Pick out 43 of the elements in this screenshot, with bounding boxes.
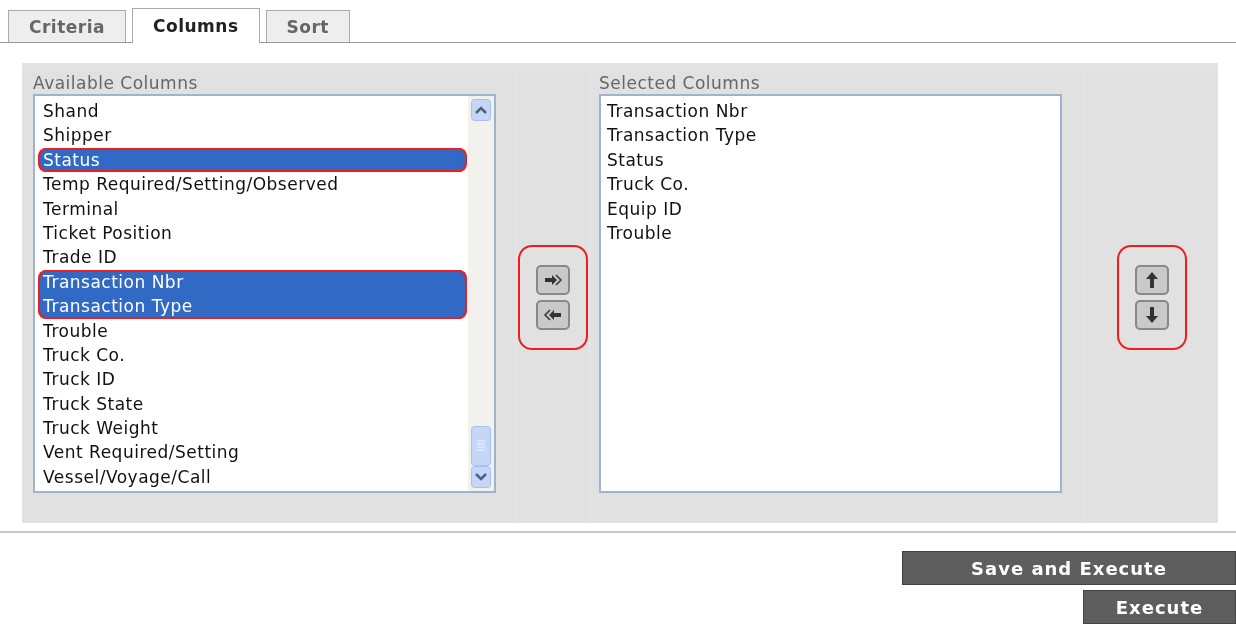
list-item[interactable]: Shipper <box>38 123 467 148</box>
list-item[interactable]: Trouble <box>605 220 1056 246</box>
list-item[interactable]: Truck Weight <box>38 416 467 441</box>
list-item[interactable]: Transaction Nbr <box>38 269 467 295</box>
list-item[interactable]: Trade ID <box>38 245 467 270</box>
list-label: Selected Columns <box>599 73 762 93</box>
move-up-button[interactable] <box>1135 264 1169 295</box>
move-down-button[interactable] <box>1135 299 1169 330</box>
list-box[interactable]: Transaction Nbr Transaction Type Status Truck Co. Equip ID Trouble <box>599 94 1062 493</box>
double-arrow-right-icon <box>544 273 562 286</box>
list-item[interactable]: Truck Co. <box>38 342 467 368</box>
double-arrow-left-icon <box>544 308 562 321</box>
list-item[interactable]: Vent Required/Setting <box>38 440 467 465</box>
tab[interactable]: Sort <box>265 10 350 42</box>
list-item[interactable]: Transaction Type <box>38 294 467 319</box>
list-item[interactable]: Terminal <box>38 196 467 221</box>
add-column-button[interactable] <box>536 264 570 295</box>
list-item[interactable]: Status <box>38 147 467 173</box>
list-box[interactable] <box>33 94 496 493</box>
list-item[interactable]: Truck State <box>38 391 467 417</box>
list-item[interactable]: Transaction Type <box>605 123 1056 148</box>
list-item[interactable]: Truck Co. <box>605 172 1056 197</box>
list-item[interactable]: Temp Required/Setting/Observed <box>38 172 467 197</box>
list-item[interactable]: Equip ID <box>605 196 1056 221</box>
list-item[interactable]: Shand <box>38 99 467 124</box>
scroll-thumb[interactable] <box>471 426 491 466</box>
list-item[interactable]: Vessel/Voyage/Call <box>38 464 467 490</box>
list-item[interactable]: Trouble <box>38 318 467 343</box>
execute-button[interactable]: Execute <box>1083 590 1236 624</box>
save-and-execute-button[interactable]: Save and Execute <box>902 551 1236 585</box>
list-label: Available Columns <box>33 73 199 93</box>
list-item[interactable]: Status <box>605 147 1056 173</box>
tab[interactable]: Criteria <box>8 10 127 42</box>
scroll-up-icon[interactable] <box>471 99 491 121</box>
list-item[interactable]: Ticket Position <box>38 220 467 246</box>
list-item[interactable]: Truck ID <box>38 367 467 392</box>
remove-column-button[interactable] <box>536 299 570 330</box>
arrow-down-icon <box>1146 306 1158 323</box>
scroll-down-icon[interactable] <box>471 466 491 488</box>
list-item[interactable]: Transaction Nbr <box>605 99 1056 124</box>
arrow-up-icon <box>1146 271 1158 288</box>
scrollbar[interactable] <box>468 96 494 491</box>
tab[interactable]: Columns <box>132 8 260 43</box>
